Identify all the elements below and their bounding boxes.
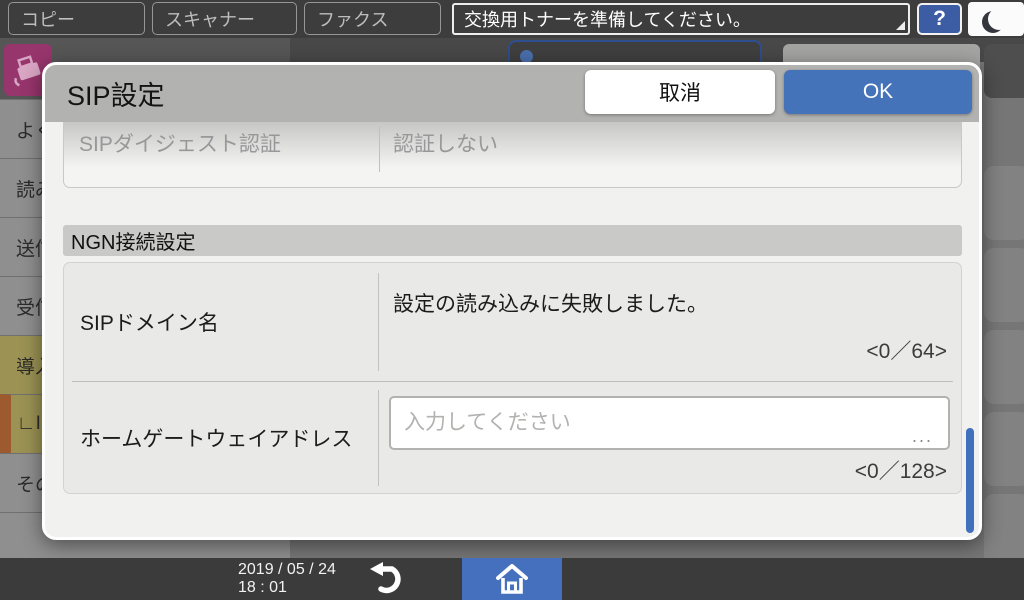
time-text: 18 : 01 xyxy=(238,579,336,597)
home-gateway-address-label: ホームゲートウェイアドレス xyxy=(80,382,352,493)
status-message-button[interactable]: 交換用トナーを準備してください。 xyxy=(452,3,910,35)
tab-copy-label: コピー xyxy=(21,6,75,32)
background-side-button xyxy=(984,330,1024,404)
row-sip-domain-name: SIPドメイン名 設定の読み込みに失敗しました。 <0／64> xyxy=(64,263,961,381)
moon-icon xyxy=(988,8,1010,30)
sip-digest-auth-value: 認証しない xyxy=(393,128,498,158)
background-side-button xyxy=(984,412,1024,486)
dialog-header: SIP設定 取消 OK xyxy=(45,65,979,122)
background-side-button xyxy=(984,166,1024,240)
help-button[interactable]: ? xyxy=(917,3,962,35)
background-side-button xyxy=(984,248,1024,322)
top-bar: コピー スキャナー ファクス 交換用トナーを準備してください。 ? xyxy=(0,0,1024,38)
sip-digest-auth-label: SIPダイジェスト認証 xyxy=(79,128,281,158)
dialog-title: SIP設定 xyxy=(67,65,165,122)
back-arrow-icon xyxy=(368,562,412,596)
input-ellipsis-icon: ... xyxy=(912,426,933,447)
row-home-gateway-address: ホームゲートウェイアドレス ... <0／128> xyxy=(64,382,961,493)
ok-button[interactable]: OK xyxy=(784,70,972,114)
fax-machine-glyph xyxy=(10,52,46,88)
back-button[interactable] xyxy=(358,558,422,600)
ngn-settings-group: SIPドメイン名 設定の読み込みに失敗しました。 <0／64> ホームゲートウェ… xyxy=(63,262,962,494)
ngn-section-header: NGN接続設定 xyxy=(63,225,962,256)
home-gateway-char-counter: <0／128> xyxy=(855,455,947,485)
datetime-display: 2019 / 05 / 24 18 : 01 xyxy=(238,561,336,597)
tab-copy[interactable]: コピー xyxy=(8,2,145,35)
ok-button-label: OK xyxy=(863,80,893,104)
home-button[interactable] xyxy=(462,558,562,600)
sip-domain-name-label: SIPドメイン名 xyxy=(80,263,219,381)
home-gateway-address-input[interactable] xyxy=(389,396,950,450)
row-divider xyxy=(378,390,379,486)
dialog-scrollbar-thumb[interactable] xyxy=(966,428,974,533)
sip-domain-char-counter: <0／64> xyxy=(866,335,947,365)
bottom-bar: 2019 / 05 / 24 18 : 01 xyxy=(0,558,1024,600)
row-divider xyxy=(378,273,379,371)
background-right-dark-button xyxy=(984,44,1024,98)
background-side-button xyxy=(984,494,1024,568)
tab-fax-label: ファクス xyxy=(317,6,388,32)
ngn-section-header-label: NGN接続設定 xyxy=(71,226,195,255)
energy-saver-button[interactable] xyxy=(968,2,1024,36)
home-icon xyxy=(495,564,529,594)
sip-settings-dialog: SIP設定 取消 OK SIPダイジェスト認証 認証しない NGN接続設定 SI… xyxy=(42,62,982,540)
tab-scanner[interactable]: スキャナー xyxy=(152,2,297,35)
touch-screen: コピー スキャナー ファクス 交換用トナーを準備してください。 ? xyxy=(0,0,1024,600)
tab-scanner-label: スキャナー xyxy=(165,6,255,32)
status-message-text: 交換用トナーを準備してください。 xyxy=(464,6,751,32)
help-question-icon: ? xyxy=(933,7,946,31)
tab-fax[interactable]: ファクス xyxy=(304,2,441,35)
cancel-button[interactable]: 取消 xyxy=(585,70,775,114)
cancel-button-label: 取消 xyxy=(659,77,701,107)
date-text: 2019 / 05 / 24 xyxy=(238,561,336,579)
row-sip-digest-auth[interactable]: SIPダイジェスト認証 認証しない xyxy=(63,122,962,188)
sip-domain-error-text: 設定の読み込みに失敗しました。 xyxy=(393,288,708,318)
row-divider xyxy=(379,126,380,172)
status-expand-corner-icon xyxy=(896,21,905,30)
